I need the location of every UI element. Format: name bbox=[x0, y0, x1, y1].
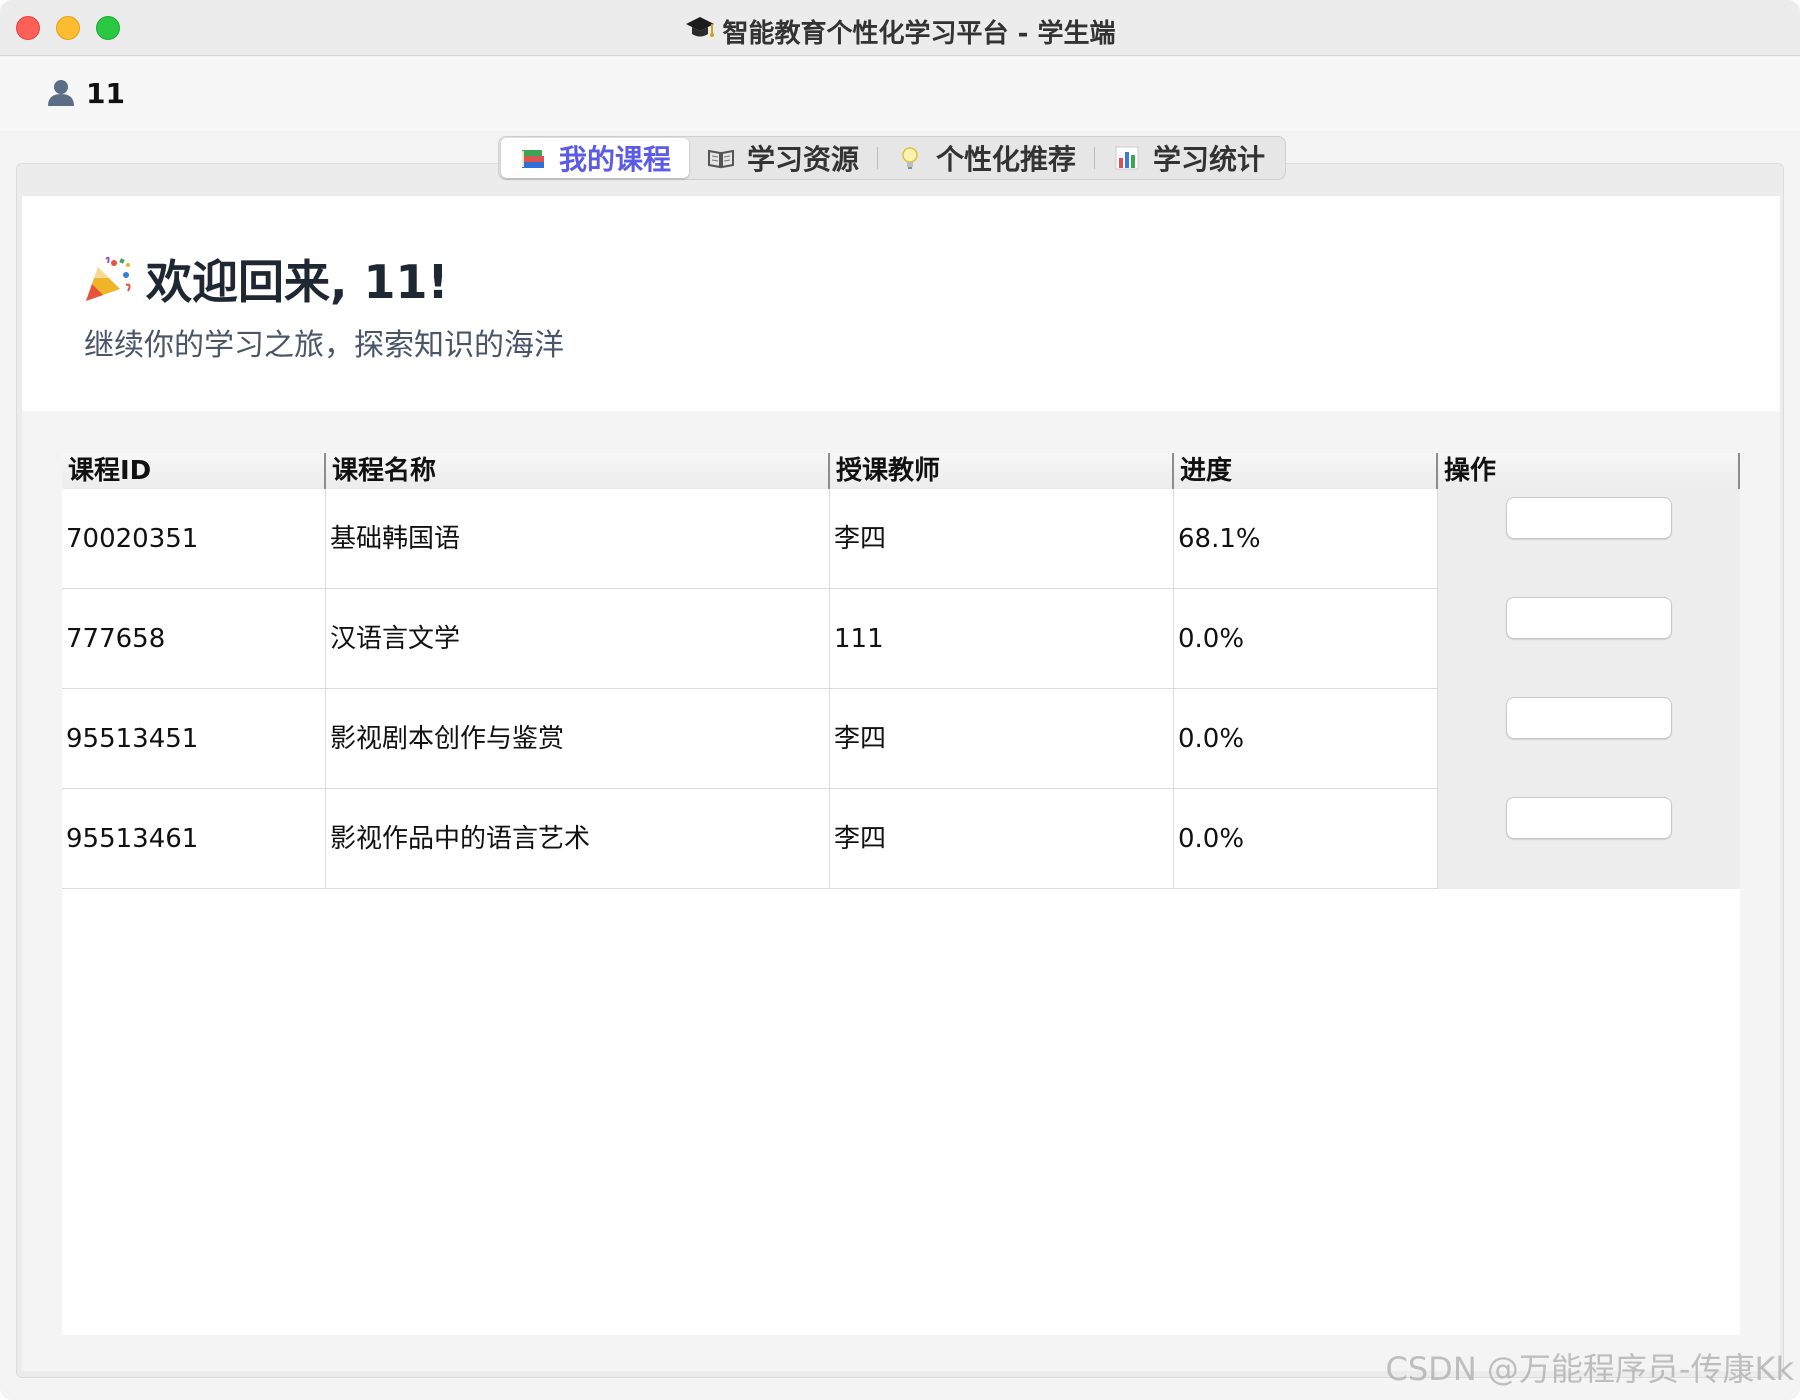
cell-course-id: 777658 bbox=[62, 589, 326, 689]
tab-label: 学习资源 bbox=[747, 143, 860, 176]
cell-course-name: 影视剧本创作与鉴赏 bbox=[326, 689, 830, 789]
tab-learning-resources[interactable]: 学习资源 bbox=[689, 138, 877, 178]
cell-progress: 0.0% bbox=[1174, 589, 1438, 689]
cell-progress: 68.1% bbox=[1174, 489, 1438, 589]
user-name: 11 bbox=[86, 77, 125, 110]
tab-label: 学习统计 bbox=[1153, 143, 1266, 176]
books-icon bbox=[522, 150, 544, 168]
cell-action bbox=[1438, 689, 1740, 789]
tab-personalized-recommendations[interactable]: 个性化推荐 bbox=[878, 138, 1094, 178]
lightbulb-icon bbox=[902, 147, 918, 169]
cell-teacher: 李四 bbox=[830, 789, 1174, 889]
cell-course-id: 95513451 bbox=[62, 689, 326, 789]
open-book-icon bbox=[708, 149, 735, 169]
tab-label: 我的课程 bbox=[559, 143, 672, 176]
cell-teacher: 111 bbox=[830, 589, 1174, 689]
watermark: CSDN @万能程序员-传康Kk bbox=[1385, 1350, 1794, 1388]
course-action-button[interactable] bbox=[1506, 497, 1672, 539]
cell-teacher: 李四 bbox=[830, 689, 1174, 789]
cell-course-name: 影视作品中的语言艺术 bbox=[326, 789, 830, 889]
window-title-text: 智能教育个性化学习平台 - 学生端 bbox=[722, 19, 1116, 49]
tab-bar: 我的课程 学习资源 个性化推荐 学习统计 bbox=[498, 136, 1287, 180]
table-header: 课程ID 课程名称 授课教师 进度 操作 bbox=[62, 453, 1740, 489]
course-table[interactable]: 课程ID 课程名称 授课教师 进度 操作 70020351 基础韩国语 李四 6… bbox=[62, 453, 1740, 1335]
cell-action bbox=[1438, 589, 1740, 689]
table-row[interactable]: 95513461 影视作品中的语言艺术 李四 0.0% bbox=[62, 789, 1740, 889]
column-header-action[interactable]: 操作 bbox=[1438, 453, 1740, 489]
table-row[interactable]: 95513451 影视剧本创作与鉴赏 李四 0.0% bbox=[62, 689, 1740, 789]
party-popper-icon bbox=[86, 256, 131, 301]
welcome-title: 欢迎回来, 11! bbox=[82, 246, 448, 312]
welcome-banner: 欢迎回来, 11! 继续你的学习之旅，探索知识的海洋 bbox=[22, 196, 1780, 411]
bar-chart-icon bbox=[1115, 146, 1139, 170]
title-bar[interactable]: 智能教育个性化学习平台 - 学生端 bbox=[0, 0, 1800, 56]
cell-action bbox=[1438, 489, 1740, 589]
column-header-course-id[interactable]: 课程ID bbox=[62, 453, 326, 489]
window-title: 智能教育个性化学习平台 - 学生端 bbox=[0, 12, 1800, 50]
column-header-progress[interactable]: 进度 bbox=[1174, 453, 1438, 489]
app-window: 智能教育个性化学习平台 - 学生端 11 我的课程 学习资源 个性化推荐 学习统… bbox=[0, 0, 1800, 1400]
cell-course-id: 70020351 bbox=[62, 489, 326, 589]
course-action-button[interactable] bbox=[1506, 597, 1672, 639]
welcome-title-text: 欢迎回来, 11! bbox=[146, 255, 449, 309]
course-action-button[interactable] bbox=[1506, 697, 1672, 739]
column-header-teacher[interactable]: 授课教师 bbox=[830, 453, 1174, 489]
user-bar: 11 bbox=[0, 57, 1800, 131]
tab-my-courses[interactable]: 我的课程 bbox=[501, 138, 690, 178]
welcome-subtitle: 继续你的学习之旅，探索知识的海洋 bbox=[84, 328, 564, 363]
cell-course-name: 汉语言文学 bbox=[326, 589, 830, 689]
tab-learning-statistics[interactable]: 学习统计 bbox=[1095, 138, 1283, 178]
course-action-button[interactable] bbox=[1506, 797, 1672, 839]
cell-teacher: 李四 bbox=[830, 489, 1174, 589]
cell-progress: 0.0% bbox=[1174, 689, 1438, 789]
table-row[interactable]: 70020351 基础韩国语 李四 68.1% bbox=[62, 489, 1740, 589]
column-header-course-name[interactable]: 课程名称 bbox=[326, 453, 830, 489]
cell-course-name: 基础韩国语 bbox=[326, 489, 830, 589]
graduation-cap-icon bbox=[685, 12, 715, 49]
user-icon bbox=[48, 80, 74, 106]
cell-progress: 0.0% bbox=[1174, 789, 1438, 889]
cell-action bbox=[1438, 789, 1740, 889]
tab-label: 个性化推荐 bbox=[936, 143, 1077, 176]
cell-course-id: 95513461 bbox=[62, 789, 326, 889]
table-row[interactable]: 777658 汉语言文学 111 0.0% bbox=[62, 589, 1740, 689]
